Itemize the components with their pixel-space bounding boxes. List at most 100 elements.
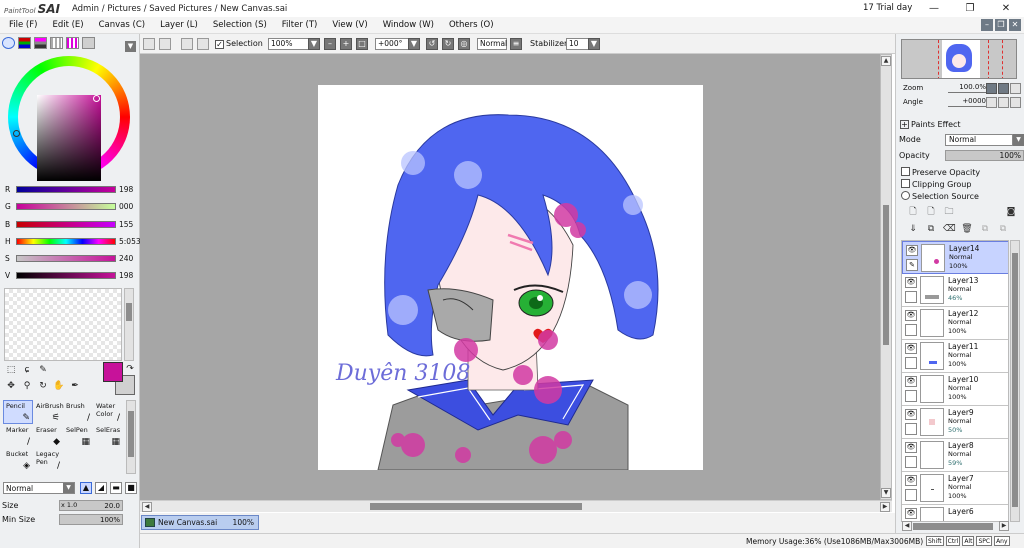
new-linework-layer-icon[interactable]: 🗋 (925, 206, 937, 218)
color-wheel-mode-icon[interactable] (2, 37, 15, 49)
scroll-left-icon[interactable]: ◀ (142, 502, 152, 512)
redo-icon[interactable] (159, 38, 171, 50)
rotate-ccw-icon[interactable]: ↺ (426, 38, 438, 50)
stabilizer-dropdown-icon[interactable]: ▼ (588, 38, 600, 50)
magic-wand-icon[interactable]: ✎ (37, 365, 49, 376)
zoom-out-icon[interactable]: – (324, 38, 336, 50)
new-folder-icon[interactable]: 🗀 (943, 206, 955, 218)
preserve-opacity-option[interactable]: Preserve Opacity (901, 167, 980, 177)
close-button[interactable]: ✕ (988, 0, 1024, 17)
selection-source-checkbox[interactable] (901, 191, 910, 200)
menu-edit[interactable]: Edit (E) (52, 20, 83, 30)
scratchpad-mode-icon[interactable] (82, 37, 95, 49)
canvas-vertical-scrollbar[interactable] (880, 54, 892, 500)
sv-cursor[interactable] (93, 95, 100, 102)
green-slider[interactable]: G 000 (0, 201, 140, 213)
menu-view[interactable]: View (V) (332, 20, 367, 30)
rect-select-icon[interactable]: ⬚ (5, 365, 17, 376)
apply-mask-icon[interactable]: ⧉ (979, 223, 991, 235)
preserve-opacity-checkbox[interactable] (901, 167, 910, 176)
mdi-close-icon[interactable]: ✕ (1009, 19, 1021, 31)
clipping-group-option[interactable]: Clipping Group (901, 179, 971, 189)
nav-rotate-cw-icon[interactable] (998, 97, 1009, 108)
layer-item[interactable]: 👁 Layer7 Normal 100% (902, 472, 1008, 505)
merge-down-icon[interactable]: ⧉ (925, 223, 937, 235)
brush-watercolor[interactable]: Water Color / (93, 400, 123, 424)
invert-selection-icon[interactable] (197, 38, 209, 50)
brush-size-row[interactable]: Size 20.0 x 1.0 (2, 500, 138, 512)
layer-item[interactable]: 👁 Layer10 Normal 100% (902, 373, 1008, 406)
layer-item[interactable]: 👁 Layer8 Normal 59% (902, 439, 1008, 472)
canvas-blend-dropdown-icon[interactable]: ≡ (510, 38, 522, 50)
hue-cursor[interactable] (13, 130, 20, 137)
menu-canvas[interactable]: Canvas (C) (99, 20, 145, 30)
slider-track[interactable] (16, 238, 116, 245)
min-size-slider[interactable]: 100% (59, 514, 123, 525)
hue-slider[interactable]: H 5:053 (0, 236, 141, 248)
selection-source-option[interactable]: Selection Source (901, 191, 979, 201)
scroll-up-icon[interactable]: ▲ (881, 56, 891, 66)
blank-lock-icon[interactable] (905, 291, 917, 303)
tip-shape-flat-icon[interactable]: ■ (125, 482, 137, 494)
canvas-area[interactable]: Duyên 3108 ▲ ▼ (140, 54, 892, 500)
mdi-minimize-icon[interactable]: – (981, 19, 993, 31)
blank-lock-icon[interactable] (905, 489, 917, 501)
brush-pencil[interactable]: Pencil ✎ (3, 400, 33, 424)
layer-opacity-slider[interactable]: 100% (945, 150, 1024, 161)
zoom-reset-icon[interactable]: □ (356, 38, 368, 50)
eyedropper-icon[interactable]: ✒ (69, 381, 81, 392)
layer-item[interactable]: 👁 Layer6 (902, 505, 1008, 521)
nav-angle-value[interactable]: +0000 (948, 97, 986, 107)
eye-icon[interactable]: 👁 (905, 508, 917, 519)
swatch-mode-icon[interactable] (50, 37, 63, 49)
layer-item[interactable]: 👁 ✎ Layer14 Normal 100% (902, 241, 1008, 274)
collapse-icon[interactable]: ▼ (125, 41, 136, 52)
nav-rotate-reset-icon[interactable] (1010, 97, 1021, 108)
layer-scroll-right-icon[interactable]: ▶ (999, 521, 1009, 531)
blank-lock-icon[interactable] (905, 357, 917, 369)
palette-mode-icon[interactable] (66, 37, 79, 49)
horizontal-scroll-thumb[interactable] (370, 503, 582, 510)
slider-track[interactable] (16, 203, 116, 210)
new-layer-icon[interactable]: 🗋 (907, 206, 919, 218)
layer-mode-select[interactable]: Normal (945, 134, 1013, 146)
zoom-in-icon[interactable]: + (340, 38, 352, 50)
slider-track[interactable] (16, 272, 116, 279)
zoom-icon[interactable]: ⚲ (21, 381, 33, 392)
minimize-button[interactable]: — (916, 0, 952, 17)
menu-window[interactable]: Window (W) (383, 20, 434, 30)
slider-track[interactable] (16, 221, 116, 228)
brush-eraser[interactable]: Eraser ◆ (33, 424, 63, 448)
document-tab[interactable]: New Canvas.sai 100% (141, 515, 259, 530)
layer-item[interactable]: 👁 Layer13 Normal 46% (902, 274, 1008, 307)
nav-rotate-ccw-icon[interactable] (986, 97, 997, 108)
eye-icon[interactable]: 👁 (905, 343, 917, 354)
red-slider[interactable]: R 198 (0, 184, 140, 196)
layer-scroll-left-icon[interactable]: ◀ (902, 521, 912, 531)
layer-mask-icon[interactable]: ◙ (1005, 206, 1017, 218)
blank-lock-icon[interactable] (905, 324, 917, 336)
menu-selection[interactable]: Selection (S) (213, 20, 267, 30)
brush-legacy-pen[interactable]: Legacy Pen / (33, 448, 63, 472)
eye-icon[interactable]: 👁 (905, 310, 917, 321)
brush-seleras[interactable]: SelEras ▦ (93, 424, 123, 448)
menu-layer[interactable]: Layer (L) (160, 20, 198, 30)
menu-filter[interactable]: Filter (T) (282, 20, 318, 30)
min-size-row[interactable]: Min Size 100% (2, 514, 138, 526)
brush-brush[interactable]: Brush / (63, 400, 93, 424)
eye-icon[interactable]: 👁 (905, 376, 917, 387)
layer-horizontal-scroll-thumb[interactable] (913, 523, 993, 530)
delete-layer-icon[interactable]: 🗑 (961, 223, 973, 235)
clear-layer-icon[interactable]: ⌫ (943, 223, 956, 235)
layer-mask-add-icon[interactable]: ⧉ (997, 223, 1009, 235)
expand-icon[interactable]: + (900, 120, 909, 129)
eye-icon[interactable]: 👁 (905, 475, 917, 486)
tip-shape-sharp-icon[interactable]: ▲ (80, 482, 92, 494)
eye-icon[interactable]: 👁 (905, 277, 917, 288)
rotate-cw-icon[interactable]: ↻ (442, 38, 454, 50)
hsv-slider-mode-icon[interactable] (34, 37, 47, 49)
deselect-icon[interactable] (181, 38, 193, 50)
brush-blend-select[interactable]: Normal ▼ (3, 482, 75, 494)
rgb-slider-mode-icon[interactable] (18, 37, 31, 49)
transfer-down-icon[interactable]: ⇓ (907, 223, 919, 235)
